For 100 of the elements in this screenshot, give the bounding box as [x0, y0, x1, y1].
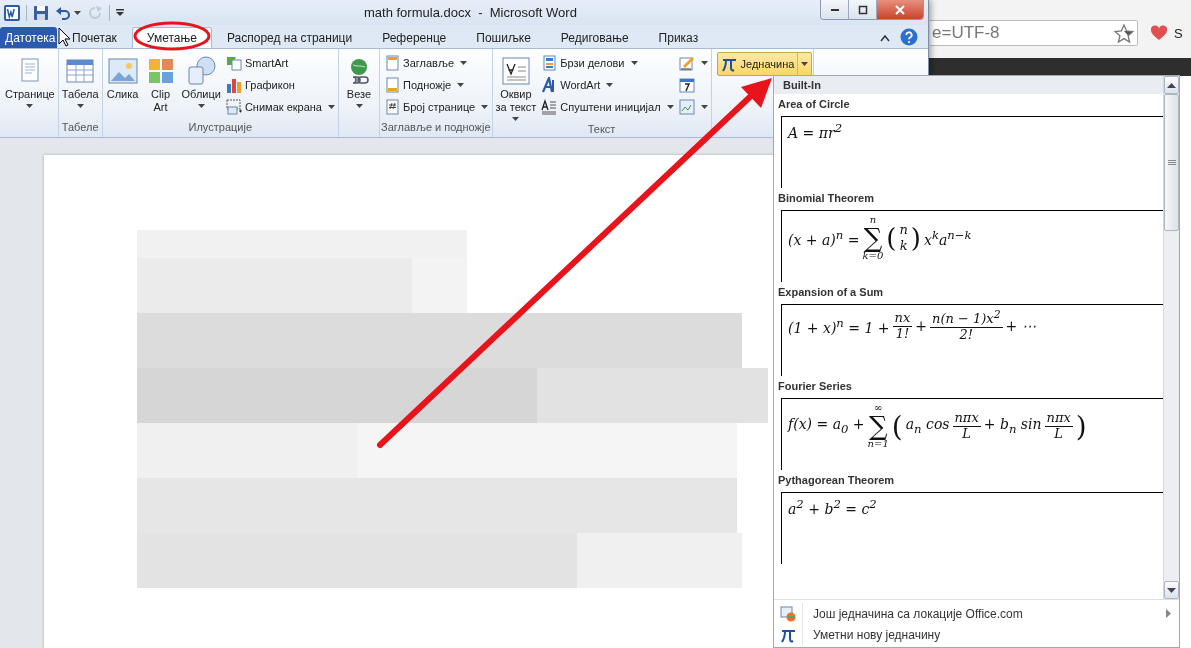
text-box-icon [499, 55, 532, 87]
bookmark-label[interactable]: S [1174, 25, 1183, 41]
equation-title: Binomial Theorem [777, 191, 875, 206]
pi-icon [720, 56, 737, 72]
ribbon-button[interactable]: Везе [340, 52, 378, 110]
formula-text: (x + a)$^{n}$ = [788, 228, 860, 248]
menu-item[interactable]: Уметни нову једначину [774, 624, 1179, 645]
parenthesis: ( [886, 223, 897, 253]
caret-icon [630, 60, 638, 65]
formula-text: f(x) = a$_{0}$ + [788, 416, 865, 436]
ribbon-tab[interactable]: Распоред на страници [211, 27, 368, 48]
ribbon-button[interactable]: Спуштени иницијал [539, 96, 676, 117]
bar-chart-icon [225, 76, 242, 93]
sum-symbol: ∑ [868, 413, 888, 439]
formula-text: x$^{k}$a$^{n−k}$ [924, 228, 972, 248]
ribbon-tab[interactable]: Пошиљке [461, 27, 546, 48]
gallery-header: Built-In [774, 76, 1163, 94]
minimize-button[interactable] [821, 0, 849, 19]
parenthesis: ( [891, 409, 903, 443]
screenshot-icon [225, 98, 242, 115]
drop-cap-icon [541, 98, 558, 115]
undo-icon [55, 4, 71, 21]
page-number-icon [384, 98, 400, 115]
formula-text: (1 + x)$^{n}$ = 1 + [788, 316, 890, 336]
caret-icon [74, 10, 81, 15]
scroll-thumb[interactable] [1164, 94, 1179, 231]
footer-icon [384, 76, 400, 93]
office-globe-icon [780, 605, 796, 622]
caret-icon [606, 82, 614, 87]
equation-title: Fourier Series [777, 379, 853, 394]
ribbon-tab[interactable]: Почетак [57, 27, 132, 48]
ribbon-button[interactable]: Број странице [382, 96, 491, 117]
smartart-icon [225, 54, 242, 71]
help-icon [900, 28, 918, 46]
ribbon-button[interactable]: WordArt [539, 74, 676, 95]
caret-icon [328, 104, 335, 109]
menu-item[interactable]: Још једначина са локације Office.com [774, 603, 1179, 624]
caret-icon [76, 104, 84, 108]
address-field[interactable]: e=UTF-8 [930, 20, 1138, 46]
ribbon-tab[interactable]: Приказ [643, 27, 714, 48]
grip-icon [1167, 160, 1176, 165]
denominator: L [1053, 426, 1064, 442]
caret-icon [481, 104, 489, 109]
scrollbar[interactable] [1163, 76, 1179, 599]
maximize-button[interactable] [849, 0, 877, 19]
equation-button[interactable]: Једначина [716, 52, 813, 76]
ribbon-button[interactable]: SmartArt [223, 52, 337, 73]
mouse-pointer-icon [58, 27, 71, 47]
quick-parts-icon [541, 54, 558, 71]
ribbon-button[interactable]: Облици [179, 52, 223, 110]
equation-title: Pythagorean Theorem [777, 473, 896, 488]
group-label: Текст [586, 123, 617, 137]
sum-upper-limit: ∞ [874, 403, 883, 413]
close-button[interactable] [877, 0, 923, 19]
object-icon [678, 98, 695, 115]
numerator: nx [892, 310, 913, 327]
caret-icon [700, 104, 708, 109]
caret-icon [700, 60, 708, 65]
ribbon-tab[interactable]: Референце [367, 27, 462, 48]
caret-icon [457, 82, 465, 87]
caret-icon [197, 104, 205, 108]
formula-text: a$^{2}$ + b$^{2}$ = c$^{2}$ [788, 497, 877, 517]
ribbon-button[interactable]: Графикон [223, 74, 337, 95]
formula-text: A = πr$^{2}$ [788, 121, 843, 141]
customize-caret-icon [116, 8, 124, 17]
binomial-top: n [899, 222, 908, 238]
sum-upper-limit: n [869, 215, 877, 225]
save-icon [33, 4, 49, 21]
caret-icon [801, 62, 809, 66]
calendar-icon [678, 76, 695, 93]
collapse-ribbon-icon [880, 34, 890, 42]
heart-icon [1150, 25, 1168, 41]
ribbon-button[interactable]: Брзи делови [539, 52, 676, 73]
ribbon-button[interactable]: Заглавље [382, 52, 491, 73]
caret-icon [1124, 30, 1133, 36]
formula-text: + [915, 318, 928, 335]
caret-icon [512, 117, 520, 121]
ribbon-button[interactable]: Clip Art [141, 52, 180, 116]
ribbon-tab[interactable]: Редиговање [545, 27, 644, 48]
scroll-down-button[interactable] [1164, 581, 1179, 599]
star-icon [1114, 23, 1134, 43]
formula-text: + b$_{n}$ sin [983, 416, 1042, 436]
word-logo-icon [4, 4, 20, 21]
down-arrow-icon [1167, 587, 1176, 593]
formula-text: + ⋯ [1005, 318, 1036, 335]
denominator: 1! [894, 326, 911, 342]
ribbon-button[interactable]: Подножје [382, 74, 491, 95]
ribbon-button[interactable]: Странице [3, 52, 57, 110]
ribbon-button[interactable] [676, 96, 710, 117]
ribbon-button[interactable]: Снимак екрана [223, 96, 337, 117]
scroll-up-button[interactable] [1164, 76, 1179, 94]
file-tab[interactable]: Датотека [0, 27, 57, 48]
sum-lower-limit: k=0 [862, 251, 884, 261]
ribbon-button[interactable]: Табела [59, 52, 101, 110]
group-label: Илустрације [187, 121, 253, 135]
shapes-icon [185, 55, 218, 87]
numerator: nπx [952, 410, 981, 427]
ribbon-button[interactable]: Слика [103, 52, 142, 103]
parenthesis: ) [910, 223, 921, 253]
ribbon-button[interactable]: Оквир за текст [493, 52, 539, 123]
